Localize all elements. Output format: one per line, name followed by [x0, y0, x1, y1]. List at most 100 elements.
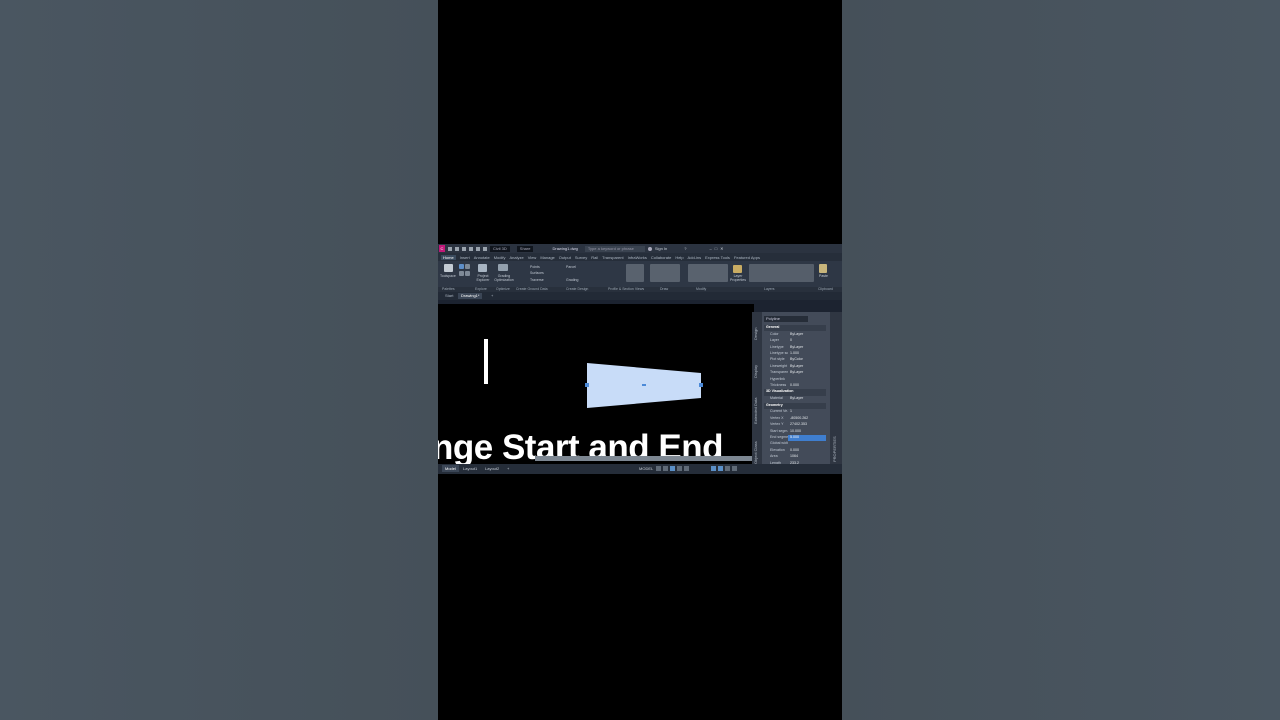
property-row[interactable]: Thickness 0.000	[764, 383, 826, 389]
side-tab-object-class[interactable]: Object Class	[753, 441, 758, 464]
palette-icon-2[interactable]	[465, 264, 470, 269]
grip-mid[interactable]	[642, 384, 646, 386]
points-button[interactable]: Points	[530, 265, 540, 269]
ribbon-tab-express-tools[interactable]: Express Tools	[705, 255, 730, 260]
property-value[interactable]: 0.000	[788, 383, 826, 389]
drawing-tab[interactable]: Drawing1*	[458, 293, 483, 299]
project-explorer-icon[interactable]	[478, 264, 487, 272]
save-icon[interactable]	[462, 246, 466, 251]
drawing-canvas[interactable]: nge Start and End	[438, 304, 754, 464]
redo-icon[interactable]	[483, 246, 487, 251]
property-row[interactable]: Lineweight ByLayer	[764, 364, 826, 370]
ribbon-tab-output[interactable]: Output	[559, 255, 571, 260]
property-row[interactable]: Start segm...10.000	[764, 429, 826, 435]
property-section[interactable]: General	[764, 325, 826, 332]
toolspace-icon[interactable]	[444, 264, 453, 272]
panel-title-palettes[interactable]: Palettes	[442, 287, 455, 291]
workspace-icon[interactable]	[718, 466, 723, 471]
panel-title-explore[interactable]: Explore	[475, 287, 487, 291]
layout2-tab[interactable]: Layout2	[482, 465, 502, 472]
layout1-tab[interactable]: Layout1	[460, 465, 480, 472]
polar-icon[interactable]	[677, 466, 682, 471]
ribbon-tab-manage[interactable]: Manage	[540, 255, 554, 260]
side-tab-design[interactable]: Design	[753, 328, 758, 340]
model-space-toggle[interactable]: MODEL	[636, 465, 656, 472]
property-value[interactable]: 5.000	[788, 435, 826, 442]
panel-title-layers[interactable]: Layers	[764, 287, 775, 291]
layer-properties-icon[interactable]	[733, 265, 742, 273]
property-row[interactable]: Plot style ByColor	[764, 357, 826, 363]
ribbon-tab-insert[interactable]: Insert	[460, 255, 470, 260]
property-value[interactable]: -80500.262	[788, 416, 826, 422]
property-value[interactable]: ByLayer	[788, 396, 826, 402]
user-icon[interactable]	[647, 246, 652, 251]
osnap-icon[interactable]	[684, 466, 689, 471]
property-value[interactable]	[788, 377, 826, 383]
grading-button[interactable]: Grading	[566, 278, 578, 282]
property-row[interactable]: Transparen...ByLayer	[764, 370, 826, 376]
property-row[interactable]: Vertex X -80500.262	[764, 416, 826, 422]
property-value[interactable]: 0.000	[788, 448, 826, 454]
property-value[interactable]: ByLayer	[788, 332, 826, 338]
panel-title-create-design[interactable]: Create Design	[566, 287, 588, 291]
palette-icon[interactable]	[459, 264, 464, 269]
panel-title-clipboard[interactable]: Clipboard	[818, 287, 833, 291]
snap-icon[interactable]	[663, 466, 668, 471]
property-value[interactable]	[788, 441, 826, 447]
grip-start[interactable]	[585, 383, 589, 387]
property-value[interactable]: 1064	[788, 454, 826, 460]
ribbon-tab-add-ins[interactable]: Add-ins	[688, 255, 702, 260]
property-row[interactable]: Material ByLayer	[764, 396, 826, 402]
horizontal-scrollbar[interactable]	[535, 456, 752, 461]
sign-in-link[interactable]: Sign In	[655, 246, 667, 251]
share-button[interactable]: Share	[516, 245, 534, 252]
surfaces-button[interactable]: Surfaces	[530, 271, 544, 275]
new-tab-plus-icon[interactable]: +	[488, 293, 496, 299]
property-value[interactable]: ByLayer	[788, 370, 826, 376]
grading-optimization-button[interactable]: Grading Optimization	[491, 274, 517, 282]
add-layout-plus-icon[interactable]: +	[504, 465, 512, 472]
toolspace-button[interactable]: Toolspace	[440, 274, 456, 278]
property-row[interactable]: Area 1064	[764, 454, 826, 460]
property-row[interactable]: Hyperlink	[764, 377, 826, 383]
ribbon-tab-infraworks[interactable]: InfraWorks	[628, 255, 647, 260]
property-value[interactable]: 10.000	[788, 429, 826, 435]
panel-title-optimize[interactable]: Optimize	[496, 287, 510, 291]
palette-icon-3[interactable]	[459, 271, 464, 276]
search-input[interactable]: Type a keyword or phrase	[584, 245, 645, 252]
close-icon[interactable]: ✕	[720, 246, 723, 251]
settings-icon[interactable]	[725, 466, 730, 471]
project-explorer-button[interactable]: Project Explorer	[475, 274, 491, 282]
property-value[interactable]: ByLayer	[788, 364, 826, 370]
undo-icon[interactable]	[476, 246, 480, 251]
property-row[interactable]: Layer 0	[764, 338, 826, 344]
grip-end[interactable]	[699, 383, 703, 387]
panel-title-modify[interactable]: Modify	[696, 287, 706, 291]
workspace-select[interactable]: Civil 3D	[490, 245, 510, 252]
draw-tools-icon-2[interactable]	[650, 264, 680, 282]
maximize-icon[interactable]: □	[715, 246, 717, 251]
ribbon-tab-collaborate[interactable]: Collaborate	[651, 255, 671, 260]
layer-properties-button[interactable]: Layer Properties	[729, 274, 747, 282]
annotation-icon[interactable]	[711, 466, 716, 471]
ortho-icon[interactable]	[670, 466, 675, 471]
property-value[interactable]: 0	[788, 338, 826, 344]
ribbon-tab-annotate[interactable]: Annotate	[474, 255, 490, 260]
grading-optimization-icon[interactable]	[498, 264, 508, 271]
grid-icon[interactable]	[656, 466, 661, 471]
help-icon[interactable]: ?	[684, 246, 686, 251]
model-tab[interactable]: Model	[442, 465, 459, 472]
print-icon[interactable]	[469, 246, 473, 251]
property-section[interactable]: 3D Visualization	[764, 389, 826, 396]
ribbon-tab-view[interactable]: View	[528, 255, 537, 260]
minimize-icon[interactable]: –	[710, 246, 712, 251]
draw-tools-icon[interactable]	[626, 264, 644, 282]
ribbon-tab-survey[interactable]: Survey	[575, 255, 587, 260]
ribbon-tab-modify[interactable]: Modify	[494, 255, 506, 260]
app-logo-icon[interactable]: C	[439, 245, 445, 252]
property-row[interactable]: End segme...5.000	[764, 435, 826, 442]
property-row[interactable]: Global width	[764, 441, 826, 447]
parcel-button[interactable]: Parcel	[566, 265, 576, 269]
property-row[interactable]: Elevation 0.000	[764, 448, 826, 454]
property-value[interactable]: ByLayer	[788, 345, 826, 351]
